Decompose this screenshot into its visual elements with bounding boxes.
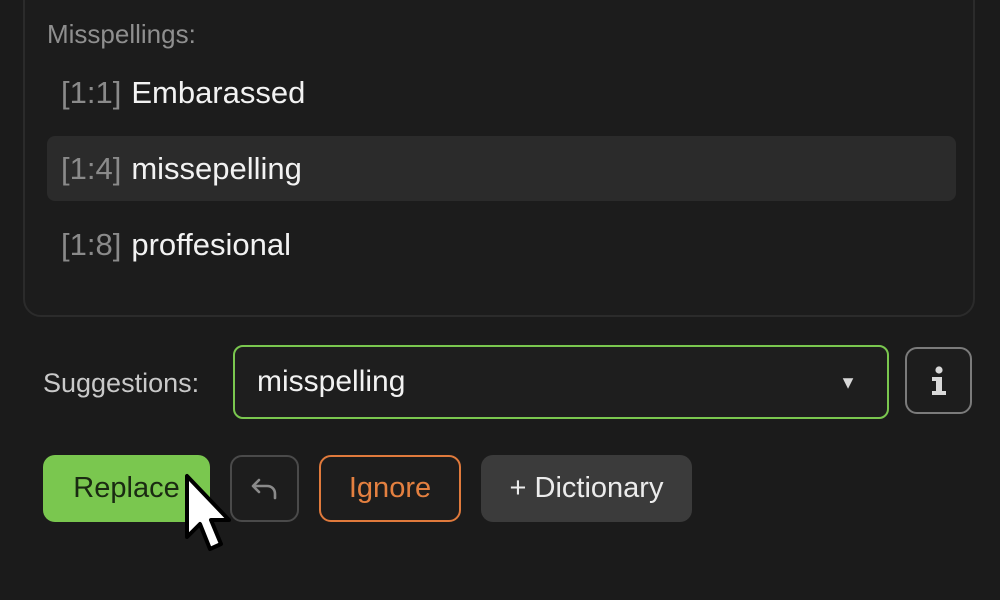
misspellings-list: [1:1] Embarassed [1:4] missepelling [1:8… xyxy=(47,60,956,288)
undo-button[interactable] xyxy=(230,455,299,522)
list-item-selected[interactable]: [1:4] missepelling xyxy=(47,136,956,201)
suggestions-label: Suggestions: xyxy=(43,368,200,398)
replace-button[interactable]: Replace xyxy=(43,455,210,522)
misspelling-word: Embarassed xyxy=(131,74,306,110)
suggestions-dropdown[interactable]: misspelling ▼ xyxy=(233,345,889,419)
undo-arrow-icon xyxy=(251,478,276,499)
misspellings-label: Misspellings: xyxy=(47,19,196,49)
misspelling-location: [1:4] xyxy=(61,150,122,186)
spell-check-panel: Misspellings: [1:1] Embarassed [1:4] mis… xyxy=(0,0,1000,600)
misspelling-word: proffesional xyxy=(131,226,292,262)
ignore-button[interactable]: Ignore xyxy=(319,455,461,522)
list-item[interactable]: [1:8] proffesional xyxy=(47,212,956,277)
misspelling-word: missepelling xyxy=(131,150,302,186)
misspelling-location: [1:8] xyxy=(61,226,122,262)
add-to-dictionary-button[interactable]: + Dictionary xyxy=(481,455,692,522)
suggestions-selected-value: misspelling xyxy=(257,365,406,398)
list-item[interactable]: [1:1] Embarassed xyxy=(47,60,956,125)
info-button[interactable] xyxy=(905,347,972,414)
triangle-down-icon: ▼ xyxy=(839,372,857,393)
misspelling-location: [1:1] xyxy=(61,74,122,110)
info-icon xyxy=(931,365,946,395)
